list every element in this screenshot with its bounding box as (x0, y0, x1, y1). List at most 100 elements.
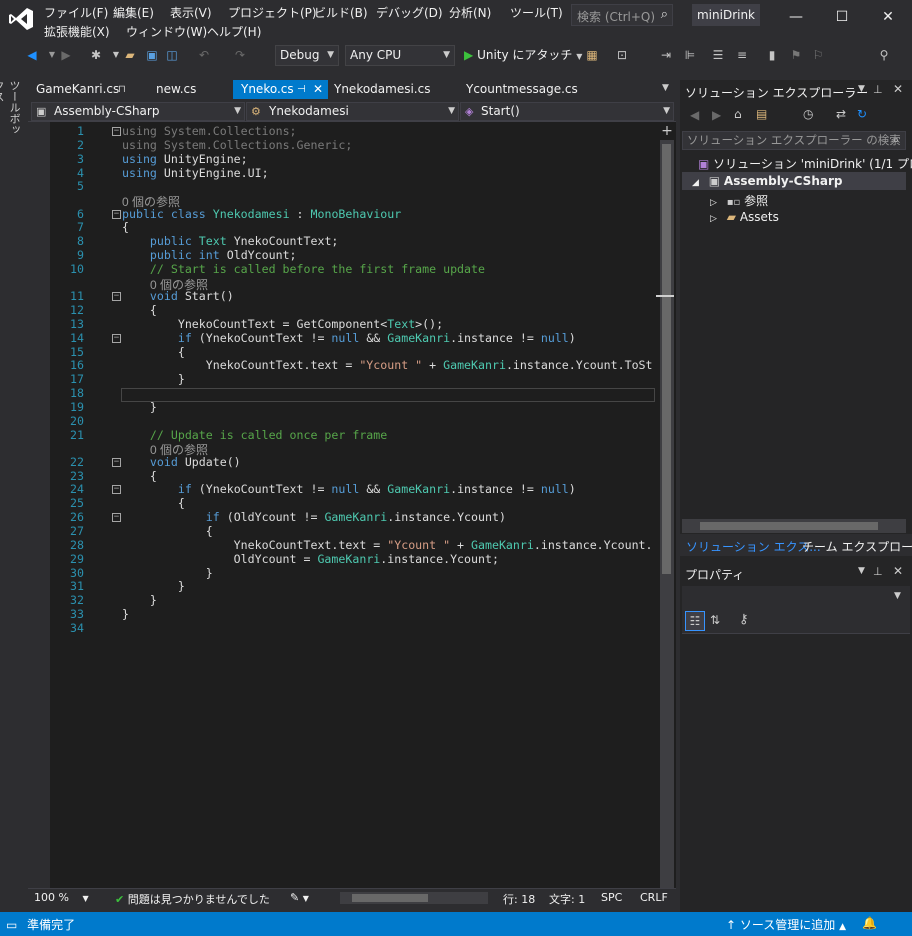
sync-icon[interactable]: ⇄ (836, 107, 846, 121)
menu-file[interactable]: ファイル(F) (44, 4, 108, 21)
notification-bell-icon[interactable]: 🔔 (862, 916, 877, 930)
step-icon[interactable]: ⇥ (658, 47, 674, 63)
tree-item-references[interactable]: ▷ ▪▫ 参照 (710, 192, 768, 209)
code-line[interactable]: 34 (50, 621, 660, 635)
home-icon[interactable]: ⌂ (734, 107, 742, 121)
refresh-icon[interactable]: ↻ (857, 107, 867, 121)
undo-icon[interactable]: ↶ (196, 47, 212, 63)
property-pages-icon[interactable]: ⚷ (739, 612, 749, 627)
code-line[interactable]: 23 { (50, 469, 660, 483)
collapse-icon[interactable]: − (112, 209, 121, 219)
code-line[interactable]: 28 YnekoCountText.text = "Ycount " + Gam… (50, 538, 660, 552)
solution-search-input[interactable]: ソリューション エクスプローラー の検索 (C (682, 131, 906, 150)
categorized-icon[interactable]: ☷ (685, 611, 705, 631)
close-tab-icon[interactable]: ✕ (313, 80, 323, 99)
toolbox-tab[interactable]: ツールボックス (0, 80, 22, 144)
menu-window[interactable]: ウィンドウ(W) (126, 23, 207, 40)
pin-icon[interactable]: ⊓ (118, 80, 126, 99)
tab-solution-explorer[interactable]: ソリューション エクス... (686, 538, 821, 555)
tab-team-explorer[interactable]: チーム エクスプローラー (802, 538, 912, 555)
code-line[interactable]: 3 using UnityEngine; (50, 152, 660, 166)
outdent-icon[interactable]: ≡ (734, 47, 750, 63)
attach-unity-button[interactable]: ▶ Unity にアタッチ ▼ (464, 46, 582, 63)
close-panel-icon[interactable]: ✕ (893, 82, 903, 96)
collapse-icon[interactable]: − (112, 485, 121, 495)
code-lines[interactable]: 1− using System.Collections; 2 using System… (50, 122, 660, 888)
code-line[interactable]: 11 − void Start() (50, 289, 660, 303)
code-line[interactable]: 25 { (50, 496, 660, 510)
save-all-icon[interactable]: ◫ (164, 47, 180, 63)
code-line[interactable]: 14 − if (YnekoCountText != null && GameKa… (50, 331, 660, 345)
platform-dropdown[interactable]: Any CPU ▼ (345, 45, 455, 66)
split-window-icon[interactable]: + (660, 124, 674, 138)
code-line[interactable]: 18 (50, 386, 660, 400)
code-line[interactable]: 30 } (50, 566, 660, 580)
tab-yneko[interactable]: Yneko.cs ⊣ ✕ (233, 80, 328, 99)
code-line[interactable]: 5 (50, 179, 660, 193)
code-line[interactable]: 32 } (50, 593, 660, 607)
indent-icon[interactable]: ☰ (710, 47, 726, 63)
back-icon[interactable]: ◀ (690, 108, 699, 122)
search-input[interactable]: 検索 (Ctrl+Q) ⌕ (571, 4, 673, 26)
collapse-icon[interactable]: − (112, 127, 121, 136)
menu-build[interactable]: ビルド(B) (314, 4, 368, 21)
code-line[interactable]: 2 using System.Collections.Generic; (50, 138, 660, 152)
code-line[interactable]: 21 // Update is called once per frame (50, 428, 660, 442)
collapse-icon[interactable]: − (112, 513, 121, 523)
horizontal-scroll-thumb[interactable] (352, 894, 428, 902)
menu-debug[interactable]: デバッグ(D) (376, 4, 443, 21)
tree-item-assets[interactable]: ▷ ▰ Assets (710, 210, 779, 224)
code-line[interactable]: 33} (50, 607, 660, 621)
code-line[interactable]: 1 − using System.Collections; (50, 124, 660, 138)
code-line[interactable]: 20 (50, 414, 660, 428)
maximize-icon[interactable]: ☐ (832, 8, 852, 26)
code-line[interactable]: 8 public Text YnekoCountText; (50, 234, 660, 248)
config-dropdown[interactable]: Debug ▼ (275, 45, 339, 66)
solution-horizontal-scroll-thumb[interactable] (700, 522, 878, 530)
minimize-icon[interactable]: — (786, 8, 806, 26)
code-line[interactable]: 7{ (50, 220, 660, 234)
code-line[interactable]: 4 using UnityEngine.UI; (50, 166, 660, 180)
switch-views-icon[interactable]: ▤ (756, 107, 767, 121)
collapse-icon[interactable]: − (112, 333, 121, 343)
unity-tool-icon[interactable]: ▦ (584, 47, 600, 63)
bookmark-next-icon[interactable]: ⚐ (810, 47, 826, 63)
project-dropdown[interactable]: ▣ Assembly-CSharp ▼ (31, 102, 245, 121)
code-line[interactable]: 22 − void Update() (50, 455, 660, 469)
tree-item-solution[interactable]: ▣ ソリューション 'miniDrink' (1/1 プロジェク (698, 155, 912, 172)
save-icon[interactable]: ▣ (144, 47, 160, 63)
code-line[interactable]: 26 − if (OldYcount != GameKanri.instance.… (50, 510, 660, 524)
chevron-down-icon[interactable]: ▼ (894, 591, 901, 601)
code-cleanup-icon[interactable]: ✎ ▼ (290, 891, 309, 904)
collapse-icon[interactable]: − (112, 292, 121, 302)
menu-analyze[interactable]: 分析(N) (449, 4, 491, 21)
open-folder-icon[interactable]: ▰ (122, 47, 138, 63)
code-line[interactable]: 13 YnekoCountText = GetComponent<Text>()… (50, 317, 660, 331)
code-line[interactable]: 16 YnekoCountText.text = "Ycount " + Gam… (50, 358, 660, 372)
code-line[interactable]: 24 − if (YnekoCountText != null && GameKa… (50, 482, 660, 496)
code-line[interactable]: 17 } (50, 372, 660, 386)
close-window-icon[interactable]: ✕ (878, 8, 898, 26)
visual-studio-logo-icon[interactable] (8, 6, 34, 32)
code-line[interactable]: 10 // Start is called before the first f… (50, 262, 660, 276)
browse-icon[interactable]: ⊡ (614, 47, 630, 63)
tab-ynekodamesi[interactable]: Ynekodamesi.cs (326, 80, 446, 99)
menu-extensions[interactable]: 拡張機能(X) (44, 23, 110, 40)
code-line[interactable]: 15 { (50, 345, 660, 359)
tab-ycountmessage[interactable]: Ycountmessage.cs (458, 80, 588, 99)
menu-tools[interactable]: ツール(T) (510, 4, 563, 21)
search-icon[interactable]: ⌕ (893, 133, 899, 147)
zoom-dropdown[interactable]: 100 % ▼ (34, 891, 89, 904)
tab-overflow-chevron-icon[interactable]: ▼ (662, 83, 669, 93)
menu-project[interactable]: プロジェクト(P) (228, 4, 317, 21)
code-line[interactable]: 29 OldYcount = GameKanri.instance.Ycount… (50, 552, 660, 566)
pin-icon[interactable]: ⊣ (297, 80, 306, 99)
forward-icon[interactable]: ▶ (712, 108, 721, 122)
history-icon[interactable]: ◷ (803, 107, 813, 121)
collapse-icon[interactable]: − (112, 457, 121, 467)
panel-menu-chevron-icon[interactable]: ▼ (858, 566, 865, 576)
code-line[interactable]: 12 { (50, 303, 660, 317)
tree-item-project[interactable]: ◢ ▣ Assembly-CSharp (692, 174, 842, 188)
feedback-icon[interactable]: ⚲ (876, 47, 892, 63)
source-control-button[interactable]: ↑ ソース管理に追加 ▲ (726, 916, 846, 933)
